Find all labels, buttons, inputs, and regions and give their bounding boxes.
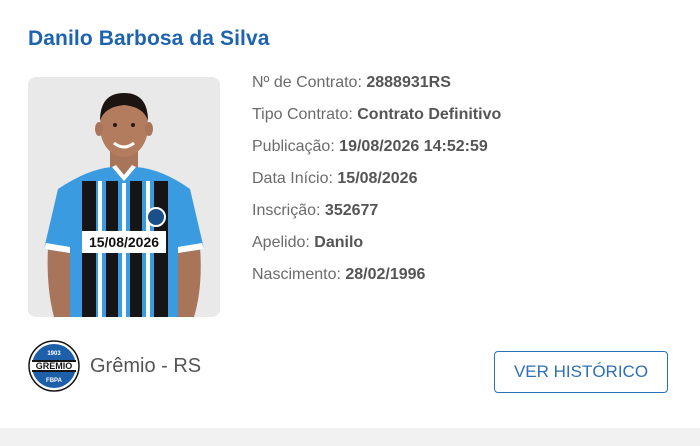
player-photo-illustration [28, 77, 220, 317]
detail-label: Publicação: [252, 138, 335, 155]
club-crest-initials: FBPA [46, 378, 63, 384]
detail-label: Tipo Contrato: [252, 106, 353, 123]
player-name: Danilo Barbosa da Silva [28, 27, 270, 50]
contract-details: Nº de Contrato: 2888931RS Tipo Contrato:… [252, 70, 501, 294]
detail-value: Danilo [314, 234, 364, 251]
player-card: Danilo Barbosa da Silva 15/08/2026 Nº de… [0, 0, 700, 428]
detail-label: Nº de Contrato: [252, 74, 362, 91]
view-history-button[interactable]: VER HISTÓRICO [494, 351, 668, 393]
club-crest-year: 1903 [47, 351, 61, 357]
club-crest-icon: GRÊMIO 1903 FBPA [28, 340, 80, 392]
photo-date-stamp: 15/08/2026 [82, 231, 166, 253]
detail-birth: Nascimento: 28/02/1996 [252, 262, 501, 294]
detail-value: Contrato Definitivo [357, 106, 502, 123]
detail-label: Inscrição: [252, 202, 321, 219]
detail-start-date: Data Início: 15/08/2026 [252, 166, 501, 198]
detail-value: 28/02/1996 [345, 266, 426, 283]
detail-contract-number: Nº de Contrato: 2888931RS [252, 70, 501, 102]
detail-value: 15/08/2026 [337, 170, 418, 187]
detail-contract-type: Tipo Contrato: Contrato Definitivo [252, 102, 501, 134]
club-name: Grêmio - RS [90, 354, 202, 377]
detail-label: Apelido: [252, 234, 310, 251]
detail-nickname: Apelido: Danilo [252, 230, 501, 262]
detail-label: Nascimento: [252, 266, 341, 283]
club-info: GRÊMIO 1903 FBPA Grêmio - RS [28, 340, 201, 392]
detail-value: 352677 [324, 202, 379, 219]
player-photo: 15/08/2026 [28, 77, 220, 317]
detail-value: 2888931RS [366, 74, 451, 91]
detail-publication: Publicação: 19/08/2026 14:52:59 [252, 134, 501, 166]
detail-registration: Inscrição: 352677 [252, 198, 501, 230]
detail-label: Data Início: [252, 170, 333, 187]
detail-value: 19/08/2026 14:52:59 [339, 138, 488, 155]
club-crest-text: GRÊMIO [36, 360, 73, 371]
